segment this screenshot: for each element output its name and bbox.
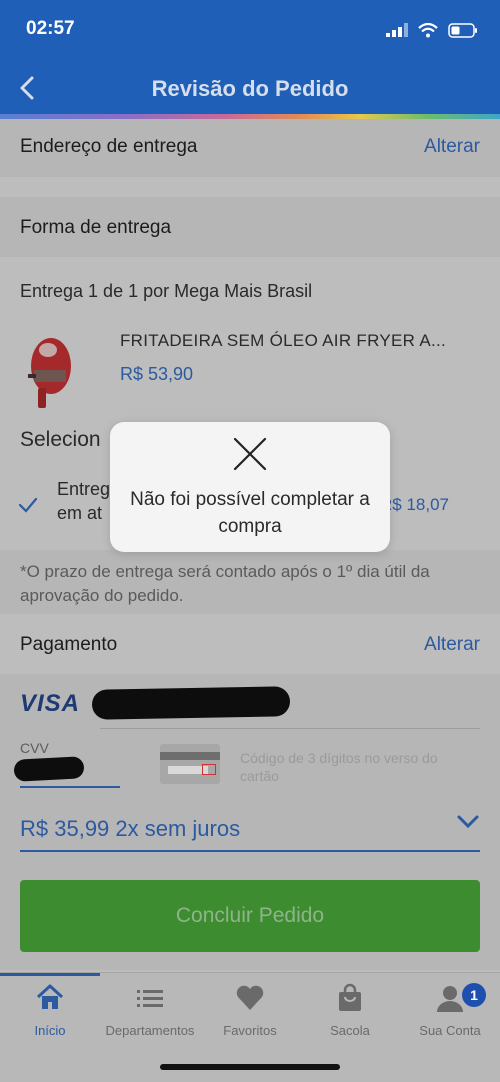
- address-gap: [0, 177, 500, 197]
- tab-bag-label: Sacola: [330, 1023, 370, 1038]
- close-x-icon: [233, 437, 267, 471]
- status-bar: 02:57: [0, 0, 500, 62]
- bag-icon: [339, 983, 361, 1011]
- address-title: Endereço de entrega: [20, 136, 198, 157]
- tab-departments-label: Departamentos: [105, 1023, 195, 1038]
- app-header: Revisão do Pedido: [0, 62, 500, 114]
- product-name[interactable]: FRITADEIRA SEM ÓLEO AIR FRYER A...: [120, 331, 446, 351]
- shipment-count: Entrega 1 de 1: [20, 281, 139, 301]
- error-modal: Não foi possível completar a compra: [110, 422, 390, 552]
- home-indicator: [160, 1064, 340, 1070]
- tab-favorites[interactable]: Favoritos: [200, 983, 300, 1043]
- installments-select[interactable]: R$ 35,99 2x sem juros: [20, 816, 240, 842]
- product-price: R$ 53,90: [120, 364, 194, 384]
- active-tab-indicator: [0, 973, 100, 976]
- page-title: Revisão do Pedido: [151, 76, 349, 101]
- visa-logo: VISA: [20, 690, 81, 717]
- status-icons: [386, 20, 478, 40]
- tab-departments[interactable]: Departamentos: [100, 983, 200, 1043]
- tab-account[interactable]: 1 Sua Conta: [400, 983, 500, 1043]
- delivery-option-line1[interactable]: Entreg: [57, 479, 110, 500]
- card-number-line: [100, 728, 480, 729]
- redacted-cvv: [13, 756, 85, 782]
- account-notification-badge: 1: [462, 983, 486, 1007]
- user-icon: [437, 986, 463, 1012]
- installments-underline: [20, 850, 480, 852]
- tab-account-label: Sua Conta: [419, 1023, 481, 1038]
- cvv-label: CVV: [20, 740, 49, 756]
- tab-bar: Início Departamentos Favoritos Sacola 1 …: [0, 972, 500, 1082]
- delivery-note-box: *O prazo de entrega será contado após o …: [0, 550, 500, 614]
- seller-name: por Mega Mais Brasil: [143, 281, 313, 301]
- delivery-title: Forma de entrega: [20, 217, 172, 238]
- conclude-order-button[interactable]: Concluir Pedido: [20, 880, 480, 952]
- address-section: Endereço de entrega Alterar: [0, 119, 500, 177]
- delivery-option-line2[interactable]: em at: [57, 503, 102, 524]
- battery-icon: [448, 22, 477, 38]
- shipment-label: Entrega 1 de 1 por Mega Mais Brasil: [20, 281, 312, 302]
- cvv-hint: Código de 3 dígitos no verso do cartão: [240, 750, 438, 784]
- check-icon: [18, 497, 38, 513]
- tab-bag[interactable]: Sacola: [300, 983, 400, 1043]
- home-icon: [36, 984, 64, 1009]
- card-back-icon: [160, 744, 220, 784]
- heart-icon: [236, 985, 264, 1010]
- delivery-note: *O prazo de entrega será contado após o …: [20, 562, 430, 605]
- payment-section: Pagamento Alterar: [0, 614, 500, 674]
- payment-change-link[interactable]: Alterar: [424, 634, 480, 656]
- error-message: Não foi possível completar a compra: [130, 489, 370, 537]
- signal-icon: [386, 23, 408, 37]
- redacted-card-number: [91, 686, 291, 720]
- tab-favorites-label: Favoritos: [223, 1023, 277, 1038]
- tab-home-label: Início: [34, 1023, 66, 1038]
- address-change-link[interactable]: Alterar: [424, 136, 480, 158]
- wifi-icon: [418, 22, 438, 37]
- cvv-input[interactable]: [20, 786, 120, 788]
- chevron-down-icon[interactable]: [456, 810, 480, 834]
- status-time: 02:57: [26, 18, 75, 39]
- payment-title: Pagamento: [20, 634, 118, 655]
- list-icon: [137, 990, 163, 1007]
- tab-home[interactable]: Início: [0, 983, 100, 1043]
- delivery-option-price: R$ 18,07: [380, 495, 449, 514]
- select-delivery-heading: Selecion: [20, 428, 101, 451]
- air-fryer-product-image: [28, 338, 71, 408]
- delivery-section: Forma de entrega: [0, 197, 500, 257]
